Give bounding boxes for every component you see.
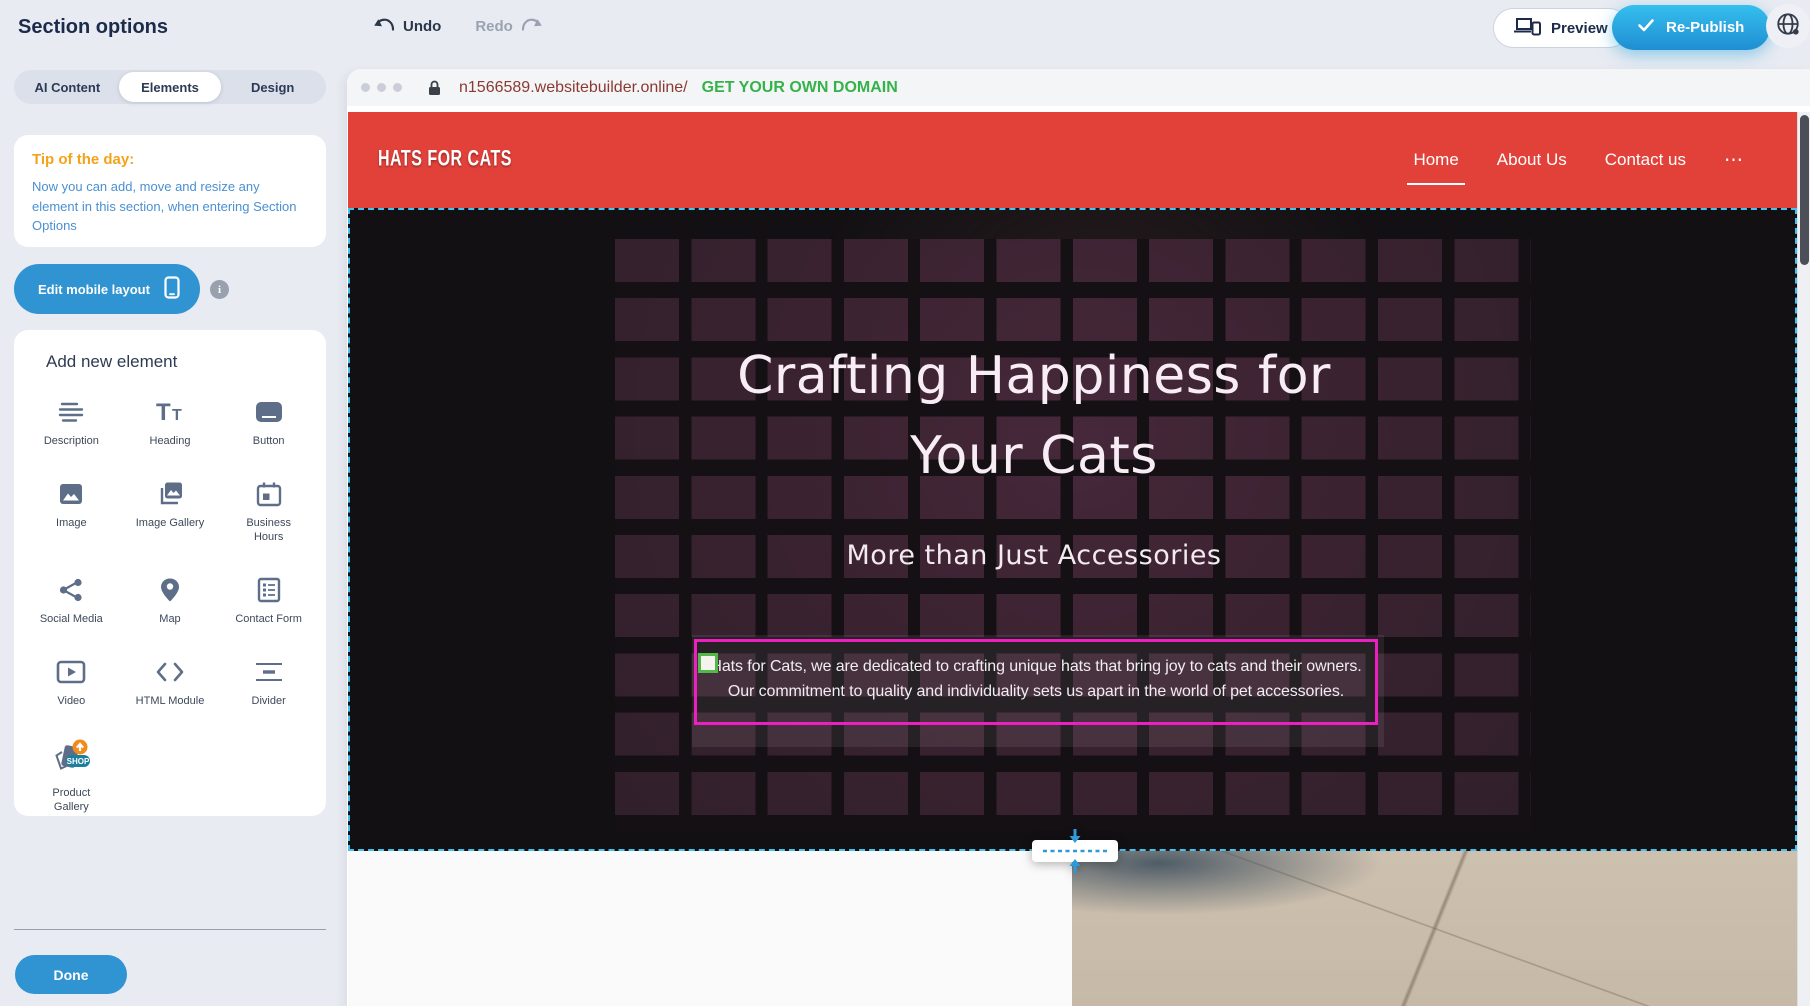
nav-about-us[interactable]: About Us	[1497, 150, 1567, 170]
add-element-html-module[interactable]: HTML Module	[121, 656, 220, 708]
add-element-image[interactable]: Image	[22, 478, 121, 544]
info-icon[interactable]: i	[210, 280, 229, 299]
image-gallery-icon	[155, 478, 185, 510]
page-title: Section options	[18, 16, 168, 39]
floor-photo	[1072, 851, 1797, 1006]
language-globe-button[interactable]	[1766, 4, 1810, 48]
redo-label: Redo	[475, 18, 513, 35]
undo-button[interactable]: Undo	[373, 16, 441, 36]
description-icon	[57, 396, 85, 428]
add-element-social-media[interactable]: Social Media	[22, 574, 121, 626]
site-preview-frame: n1566589.websitebuilder.online/ GET YOUR…	[347, 69, 1810, 1006]
add-element-title: Add new element	[46, 352, 318, 372]
website-builder-app: Undo Redo Preview Re-Publish Section opt…	[0, 0, 1810, 1006]
redo-icon	[521, 16, 543, 36]
browser-window-dots	[361, 83, 402, 92]
business-hours-icon	[255, 478, 283, 510]
preview-label: Preview	[1551, 20, 1608, 37]
svg-text:T: T	[172, 407, 182, 424]
add-element-heading[interactable]: TT Heading	[121, 396, 220, 448]
tab-elements[interactable]: Elements	[119, 72, 222, 102]
redo-button[interactable]: Redo	[475, 16, 543, 36]
preview-button[interactable]: Preview	[1493, 8, 1629, 48]
product-gallery-icon: SHOP	[49, 738, 93, 780]
undo-redo-group: Undo Redo	[373, 16, 543, 36]
heading-icon: TT	[155, 396, 185, 428]
nav-more[interactable]: ⋯	[1724, 149, 1745, 172]
edit-mobile-label: Edit mobile layout	[38, 282, 150, 297]
social-media-icon	[57, 574, 85, 606]
nav-contact-us[interactable]: Contact us	[1605, 150, 1686, 170]
hero-paragraph[interactable]: Hats for Cats, we are dedicated to craft…	[697, 654, 1375, 704]
section-height-drag-handle[interactable]	[1031, 828, 1119, 874]
next-section[interactable]	[348, 851, 1797, 1006]
site-viewport: HATS FOR CATS Home About Us Contact us ⋯…	[348, 112, 1797, 1006]
tip-title: Tip of the day:	[32, 151, 308, 168]
add-element-video[interactable]: Video	[22, 656, 121, 708]
button-icon	[254, 396, 284, 428]
shop-badge: SHOP	[67, 757, 90, 766]
add-element-contact-form[interactable]: Contact Form	[219, 574, 318, 626]
code-icon	[155, 656, 185, 688]
window-dot	[361, 83, 370, 92]
element-resize-handle[interactable]	[698, 653, 718, 673]
add-element-image-gallery[interactable]: Image Gallery	[121, 478, 220, 544]
video-icon	[56, 656, 86, 688]
hero-heading[interactable]: Crafting Happiness for Your Cats	[644, 336, 1424, 496]
tip-body: Now you can add, move and resize any ele…	[32, 177, 308, 236]
hero-subheading[interactable]: More than Just Accessories	[644, 540, 1424, 571]
contact-form-icon	[255, 574, 283, 606]
undo-label: Undo	[403, 18, 441, 35]
image-icon	[57, 478, 85, 510]
divider-icon	[254, 656, 284, 688]
add-element-button[interactable]: Button	[219, 396, 318, 448]
selected-text-element[interactable]: Hats for Cats, we are dedicated to craft…	[694, 639, 1378, 725]
add-element-panel: Add new element Description TT Heading B…	[14, 330, 326, 816]
site-header[interactable]: HATS FOR CATS Home About Us Contact us ⋯	[348, 112, 1797, 208]
site-url[interactable]: n1566589.websitebuilder.online/	[459, 79, 688, 97]
add-element-product-gallery[interactable]: SHOP Product Gallery	[22, 738, 121, 814]
browser-url-bar: n1566589.websitebuilder.online/ GET YOUR…	[347, 69, 1810, 106]
globe-icon	[1775, 11, 1801, 42]
map-pin-icon	[156, 574, 184, 606]
edit-mobile-layout-button[interactable]: Edit mobile layout	[14, 264, 200, 314]
tip-of-the-day-card: Tip of the day: Now you can add, move an…	[14, 135, 326, 247]
tab-ai-content[interactable]: AI Content	[16, 72, 119, 102]
nav-home[interactable]: Home	[1413, 150, 1458, 170]
scrollbar-thumb[interactable]	[1800, 115, 1809, 265]
window-dot	[377, 83, 386, 92]
done-button[interactable]: Done	[15, 955, 127, 994]
site-logo[interactable]: HATS FOR CATS	[378, 112, 512, 208]
element-grid: Description TT Heading Button Image	[22, 396, 318, 814]
republish-button[interactable]: Re-Publish	[1612, 5, 1770, 50]
sidebar-divider	[14, 929, 326, 930]
add-element-business-hours[interactable]: Business Hours	[219, 478, 318, 544]
tab-design[interactable]: Design	[221, 72, 324, 102]
devices-icon	[1514, 17, 1541, 40]
lock-icon	[428, 80, 441, 96]
hero-section-selected[interactable]: Crafting Happiness for Your Cats More th…	[348, 208, 1797, 851]
sidebar-tabbar: AI Content Elements Design	[14, 70, 326, 104]
undo-icon	[373, 16, 395, 36]
preview-scrollbar[interactable]	[1797, 112, 1810, 1006]
window-dot	[393, 83, 402, 92]
add-element-divider[interactable]: Divider	[219, 656, 318, 708]
republish-label: Re-Publish	[1666, 19, 1744, 36]
add-element-map[interactable]: Map	[121, 574, 220, 626]
check-icon	[1638, 19, 1654, 36]
svg-text:T: T	[156, 399, 171, 425]
phone-icon	[164, 276, 180, 302]
add-element-description[interactable]: Description	[22, 396, 121, 448]
get-domain-link[interactable]: GET YOUR OWN DOMAIN	[702, 79, 898, 97]
site-nav: Home About Us Contact us ⋯	[1413, 112, 1745, 208]
